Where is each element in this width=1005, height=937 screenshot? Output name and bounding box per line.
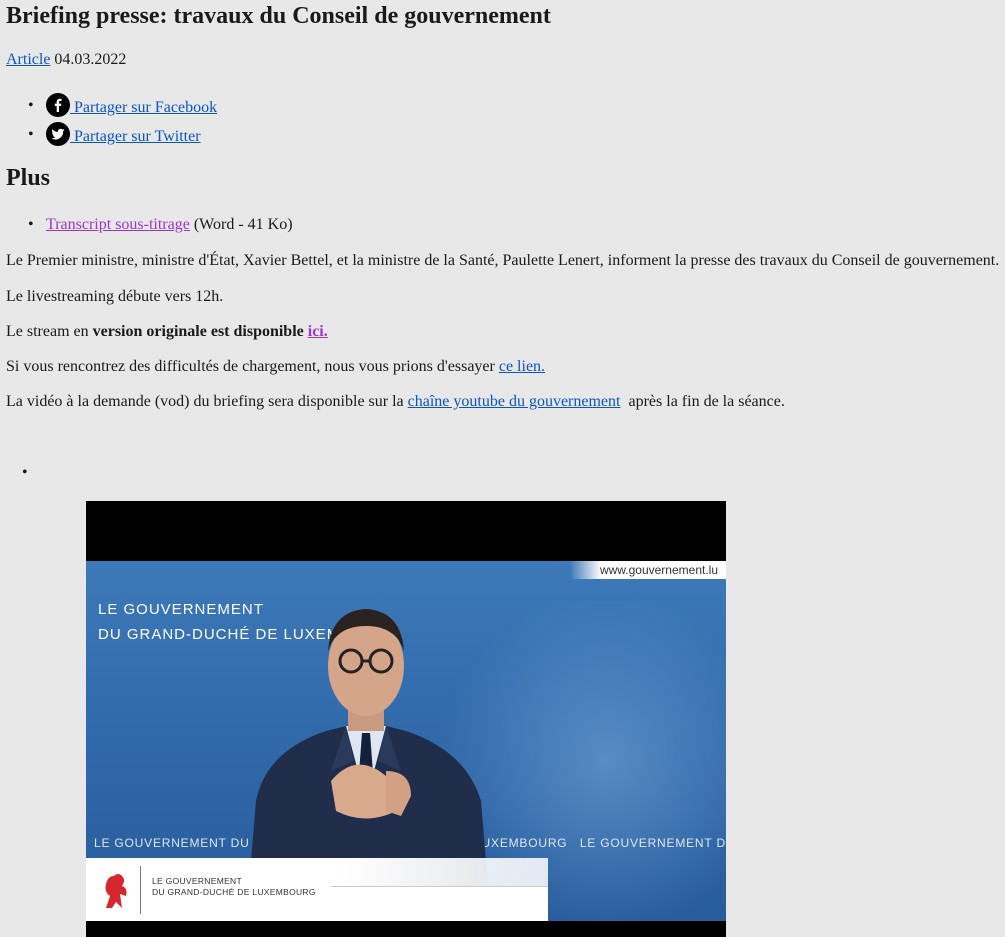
stream-original-link[interactable]: ici. <box>308 323 328 340</box>
lower-third-line1: LE GOUVERNEMENT <box>152 876 242 886</box>
intro-paragraph: Le Premier ministre, ministre d'État, Xa… <box>6 252 1000 269</box>
list-bullet: • <box>28 216 34 233</box>
page-title: Briefing presse: travaux du Conseil de g… <box>6 3 551 29</box>
transcript-file-info: (Word - 41 Ko) <box>193 216 293 233</box>
list-bullet: • <box>22 464 28 481</box>
trouble-paragraph: Si vous rencontrez des difficultés de ch… <box>6 358 545 376</box>
video-frame: www.gouvernement.lu LE GOUVERNEMENT DU G… <box>86 561 726 921</box>
share-facebook-link[interactable]: Partager sur Facebook <box>46 93 217 117</box>
video-player[interactable]: www.gouvernement.lu LE GOUVERNEMENT DU G… <box>86 501 726 937</box>
share-facebook-label: Partager sur Facebook <box>74 99 218 116</box>
share-item-twitter: • Partager sur Twitter <box>28 117 217 146</box>
trouble-text: Si vous rencontrez des difficultés de ch… <box>6 358 499 375</box>
video-url-tag: www.gouvernement.lu <box>569 561 726 579</box>
stream-bold-text: version originale est disponible <box>92 323 304 340</box>
list-item: • Transcript sous-titrage (Word - 41 Ko) <box>28 216 293 234</box>
share-list: • Partager sur Facebook • Partager sur T… <box>28 88 217 146</box>
vod-text: La vidéo à la demande (vod) du briefing … <box>6 393 408 410</box>
share-item-facebook: • Partager sur Facebook <box>28 88 217 117</box>
youtube-channel-link[interactable]: chaîne youtube du gouvernement <box>408 393 621 410</box>
article-date: 04.03.2022 <box>54 51 127 68</box>
facebook-icon <box>46 93 70 117</box>
list-bullet: • <box>28 97 34 114</box>
stream-paragraph: Le stream en version originale est dispo… <box>6 323 328 341</box>
livestream-paragraph: Le livestreaming débute vers 12h. <box>6 288 224 305</box>
luxembourg-lion-icon <box>105 874 127 908</box>
list-bullet: • <box>28 126 34 143</box>
article-meta: Article 04.03.2022 <box>6 51 126 69</box>
lower-third-text: LE GOUVERNEMENT DU GRAND-DUCHÉ DE LUXEMB… <box>152 876 316 898</box>
share-twitter-label: Partager sur Twitter <box>74 128 201 145</box>
share-twitter-link[interactable]: Partager sur Twitter <box>46 122 201 146</box>
more-heading: Plus <box>6 165 51 191</box>
twitter-icon <box>46 122 70 146</box>
transcript-link[interactable]: Transcript sous-titrage <box>46 216 190 233</box>
lower-third-line2: DU GRAND-DUCHÉ DE LUXEMBOURG <box>152 887 316 897</box>
vod-paragraph: La vidéo à la demande (vod) du briefing … <box>6 393 785 411</box>
vod-text-end: après la fin de la séance. <box>620 393 785 410</box>
more-list: • Transcript sous-titrage (Word - 41 Ko) <box>28 216 293 234</box>
alternate-stream-link[interactable]: ce lien. <box>499 358 545 375</box>
stream-text: Le stream en <box>6 323 93 340</box>
category-link[interactable]: Article <box>6 51 50 68</box>
